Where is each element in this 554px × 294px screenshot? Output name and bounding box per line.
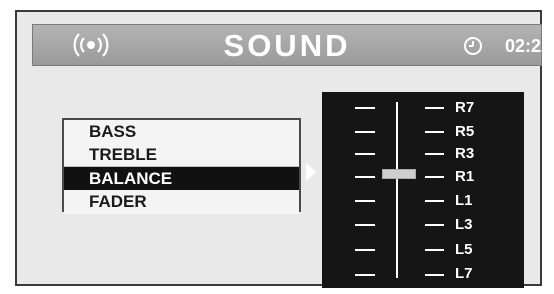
- scale-tick-left: [355, 107, 375, 109]
- scale-tick-right: [425, 131, 444, 133]
- level-label-l5: L5: [455, 241, 473, 258]
- scale-tick-left: [355, 176, 375, 178]
- scale-tick-left: [355, 224, 375, 226]
- level-label-r3: R3: [455, 145, 475, 162]
- menu-item-balance[interactable]: BALANCE: [64, 167, 299, 191]
- scale-tick-right: [425, 274, 444, 276]
- level-label-l1: L1: [455, 192, 473, 209]
- level-label-r1: R1: [455, 168, 475, 185]
- level-label-l3: L3: [455, 216, 473, 233]
- scale-tick-right: [425, 200, 444, 202]
- balance-slider-handle[interactable]: [382, 169, 416, 179]
- level-label-r5: R5: [455, 123, 475, 140]
- clock-time: 02:22: [505, 36, 552, 56]
- balance-slider-panel[interactable]: R7 R5 R3 R1 L1 L3 L5 L7: [322, 92, 524, 288]
- header-bar: SOUND 02:22: [32, 24, 551, 66]
- level-label-r7: R7: [455, 99, 475, 116]
- scale-tick-right: [425, 107, 444, 109]
- selection-pointer-icon: [306, 163, 316, 181]
- menu-item-fader[interactable]: FADER: [64, 190, 299, 214]
- scale-tick-left: [355, 249, 375, 251]
- menu-item-treble[interactable]: TREBLE: [64, 143, 299, 167]
- scale-tick-left: [355, 131, 375, 133]
- sound-screen: SOUND 02:22 BASS TREBLE BALANCE FADER R7…: [15, 10, 551, 288]
- scale-tick-right: [425, 249, 444, 251]
- scale-tick-left: [355, 153, 375, 155]
- scale-tick-left: [355, 274, 375, 276]
- scale-tick-right: [425, 176, 444, 178]
- menu-item-bass[interactable]: BASS: [64, 120, 299, 144]
- level-label-l7: L7: [455, 265, 473, 282]
- scale-tick-left: [355, 200, 375, 202]
- scale-tick-right: [425, 224, 444, 226]
- clock-icon: [464, 37, 482, 55]
- sound-menu: BASS TREBLE BALANCE FADER: [62, 118, 301, 214]
- scale-tick-right: [425, 153, 444, 155]
- slider-track: [396, 102, 398, 278]
